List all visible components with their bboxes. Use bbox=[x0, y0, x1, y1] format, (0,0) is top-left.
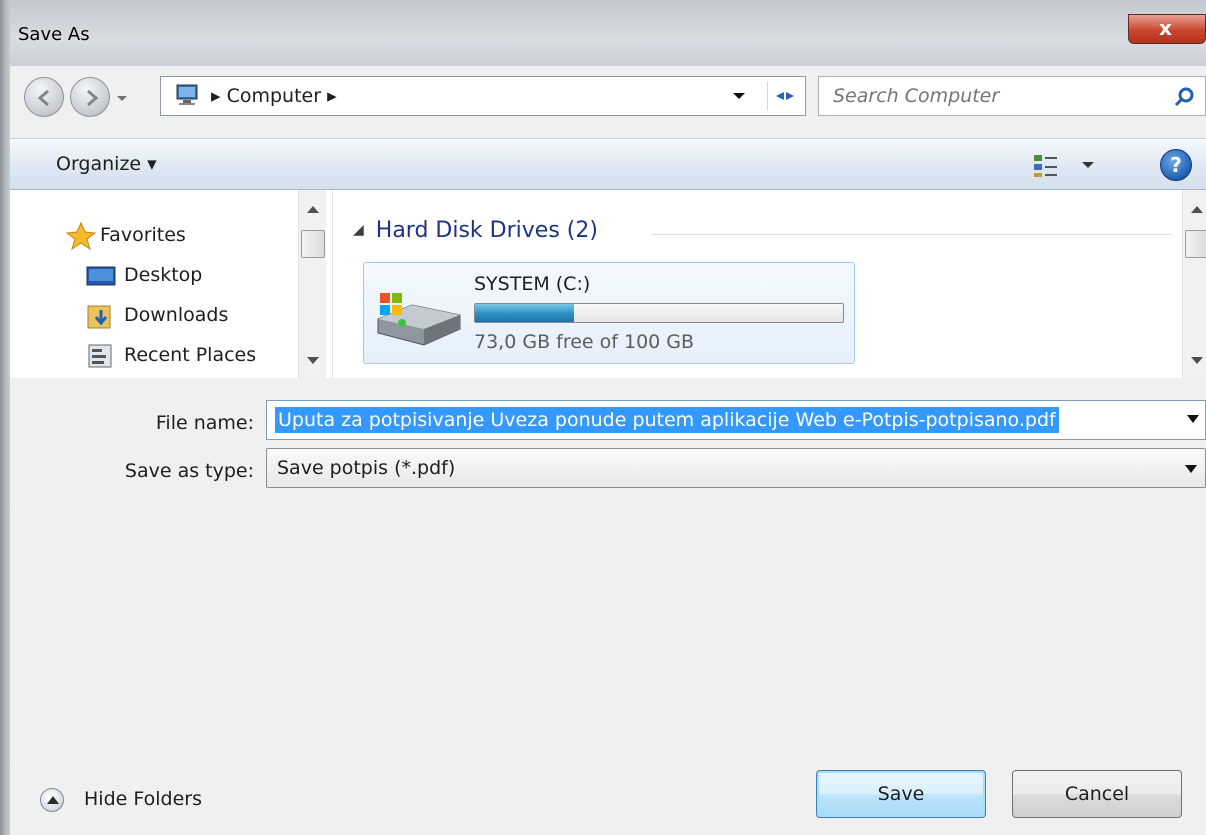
arrow-right-icon bbox=[87, 89, 99, 107]
file-name-input[interactable]: Uputa za potpisivanje Uveza ponude putem… bbox=[275, 407, 1059, 433]
forward-button[interactable] bbox=[70, 77, 110, 117]
navigation-bar: ▸ Computer ▸ bbox=[10, 66, 1206, 128]
close-button[interactable]: x bbox=[1128, 14, 1206, 44]
drive-tile-system-c[interactable]: SYSTEM (C:) 73,0 GB free of 100 GB bbox=[363, 262, 855, 364]
sidebar-item-label: Recent Places bbox=[124, 344, 257, 366]
chevron-down-icon[interactable] bbox=[729, 87, 749, 105]
close-icon: x bbox=[1159, 16, 1172, 40]
search-icon[interactable] bbox=[1173, 85, 1197, 109]
title-bar: Save As x bbox=[0, 0, 1206, 66]
file-list-scrollbar[interactable] bbox=[1182, 190, 1206, 378]
save-as-type-label: Save as type: bbox=[124, 460, 254, 482]
back-button[interactable] bbox=[24, 77, 64, 117]
help-button[interactable]: ? bbox=[1160, 149, 1192, 181]
group-header-label: Hard Disk Drives (2) bbox=[375, 218, 598, 243]
scroll-up-icon[interactable] bbox=[1191, 206, 1203, 213]
sidebar-item-label: Desktop bbox=[124, 264, 203, 286]
breadcrumb-computer[interactable]: Computer bbox=[227, 85, 321, 107]
scroll-down-icon[interactable] bbox=[307, 357, 319, 364]
recent-pages-dropdown-icon[interactable] bbox=[114, 88, 130, 108]
search-input[interactable] bbox=[833, 85, 1153, 107]
sidebar-item-label: Favorites bbox=[100, 224, 186, 246]
save-as-type-select[interactable]: Save potpis (*.pdf) bbox=[266, 448, 1206, 488]
navigation-pane: Favorites Desktop Downloads Recent Place… bbox=[10, 190, 332, 378]
recent-places-icon bbox=[88, 344, 112, 368]
file-list-pane: ◢ Hard Disk Drives (2) SYSTEM (C:) 73,0 G… bbox=[332, 190, 1206, 378]
scroll-thumb[interactable] bbox=[301, 230, 325, 258]
organize-label: Organize bbox=[56, 153, 142, 175]
desktop-icon bbox=[86, 266, 116, 286]
star-icon bbox=[66, 222, 96, 250]
arrow-left-icon bbox=[37, 89, 49, 107]
file-name-field[interactable]: Uputa za potpisivanje Uveza ponude putem… bbox=[266, 400, 1206, 440]
sidebar-item-label: Downloads bbox=[124, 304, 229, 326]
save-as-type-value: Save potpis (*.pdf) bbox=[277, 457, 456, 479]
address-bar[interactable]: ▸ Computer ▸ bbox=[160, 76, 806, 116]
chevron-up-icon bbox=[40, 788, 64, 812]
chevron-down-icon[interactable] bbox=[1185, 465, 1197, 473]
search-box[interactable] bbox=[818, 76, 1206, 116]
scroll-up-icon[interactable] bbox=[307, 206, 319, 213]
drive-usage-fill bbox=[475, 304, 575, 322]
drive-usage-bar bbox=[474, 303, 844, 323]
window-frame bbox=[0, 0, 10, 835]
change-view-button[interactable] bbox=[1032, 151, 1102, 179]
breadcrumb[interactable]: ▸ Computer ▸ bbox=[211, 85, 337, 107]
drive-name: SYSTEM (C:) bbox=[474, 273, 591, 295]
scroll-down-icon[interactable] bbox=[1191, 357, 1203, 364]
command-bar: Organize ▾ ? bbox=[10, 138, 1206, 190]
save-button[interactable]: Save bbox=[816, 770, 986, 818]
collapse-triangle-icon[interactable]: ◢ bbox=[353, 222, 364, 238]
window-title: Save As bbox=[18, 24, 90, 45]
refresh-icon bbox=[776, 92, 794, 100]
cancel-button[interactable]: Cancel bbox=[1012, 770, 1182, 818]
hide-folders-label: Hide Folders bbox=[84, 788, 202, 810]
group-divider bbox=[651, 234, 1171, 235]
chevron-down-icon[interactable] bbox=[1187, 415, 1199, 423]
drive-free-space: 73,0 GB free of 100 GB bbox=[474, 331, 695, 353]
downloads-folder-icon bbox=[87, 305, 111, 329]
file-name-label: File name: bbox=[155, 412, 254, 434]
organize-button[interactable]: Organize ▾ bbox=[56, 153, 157, 175]
refresh-button[interactable] bbox=[767, 82, 801, 110]
group-header[interactable]: ◢ Hard Disk Drives (2) bbox=[353, 218, 598, 243]
navigation-pane-scrollbar[interactable] bbox=[298, 190, 326, 378]
view-options-icon bbox=[1034, 155, 1094, 177]
scroll-thumb[interactable] bbox=[1185, 230, 1206, 258]
hard-drive-icon bbox=[377, 293, 461, 346]
computer-icon bbox=[176, 84, 198, 105]
